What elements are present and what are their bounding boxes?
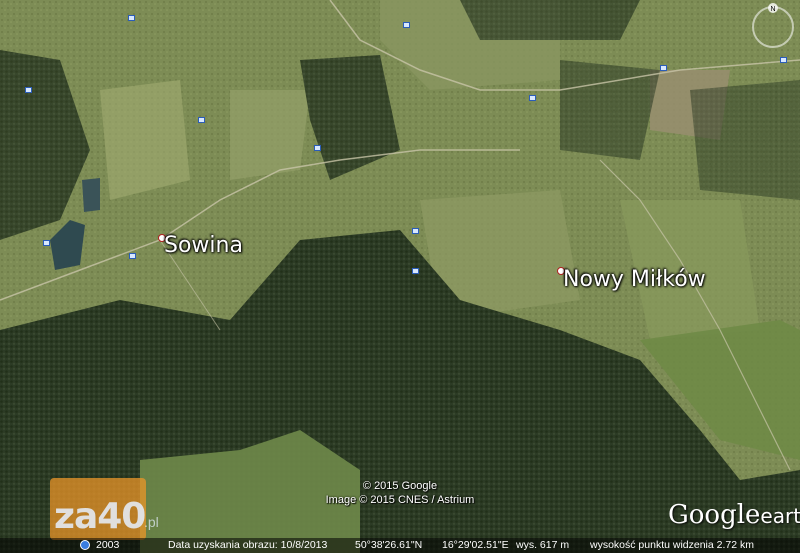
google-earth-logo: Googleearth (668, 500, 800, 530)
status-image-date: Data uzyskania obrazu: 10/8/2013 (168, 539, 328, 551)
logo-google: Google (668, 500, 761, 530)
photo-icon[interactable] (780, 57, 787, 63)
status-latitude: 50°38'26.61"N (355, 539, 423, 551)
photo-icon[interactable] (529, 95, 536, 101)
status-bar: 2003 Data uzyskania obrazu: 10/8/2013 50… (0, 538, 800, 553)
photo-icon[interactable] (403, 22, 410, 28)
photo-icon[interactable] (314, 145, 321, 151)
photo-icon[interactable] (198, 117, 205, 123)
photo-icon[interactable] (129, 253, 136, 259)
status-eye-altitude: wysokość punktu widzenia 2.72 km (590, 539, 754, 551)
status-year[interactable]: 2003 (96, 539, 119, 551)
watermark-suffix: .pl (144, 514, 159, 530)
photo-icon[interactable] (43, 240, 50, 246)
photo-icon[interactable] (412, 268, 419, 274)
status-elevation: wys. 617 m (516, 539, 570, 551)
photo-icon[interactable] (412, 228, 419, 234)
photo-icon[interactable] (660, 65, 667, 71)
compass-north-label: N (770, 6, 775, 13)
photo-icon[interactable] (25, 87, 32, 93)
photo-icon[interactable] (128, 15, 135, 21)
logo-earth: earth (760, 504, 800, 528)
watermark-text: za40 (54, 496, 146, 537)
place-label-sowina[interactable]: Sowina (164, 233, 243, 258)
place-label-nowy-milkow[interactable]: Nowy Miłków (563, 267, 706, 292)
compass-icon[interactable]: N (748, 2, 798, 52)
status-longitude: 16°29'02.51"E (442, 539, 509, 551)
historical-imagery-icon[interactable] (80, 540, 90, 550)
